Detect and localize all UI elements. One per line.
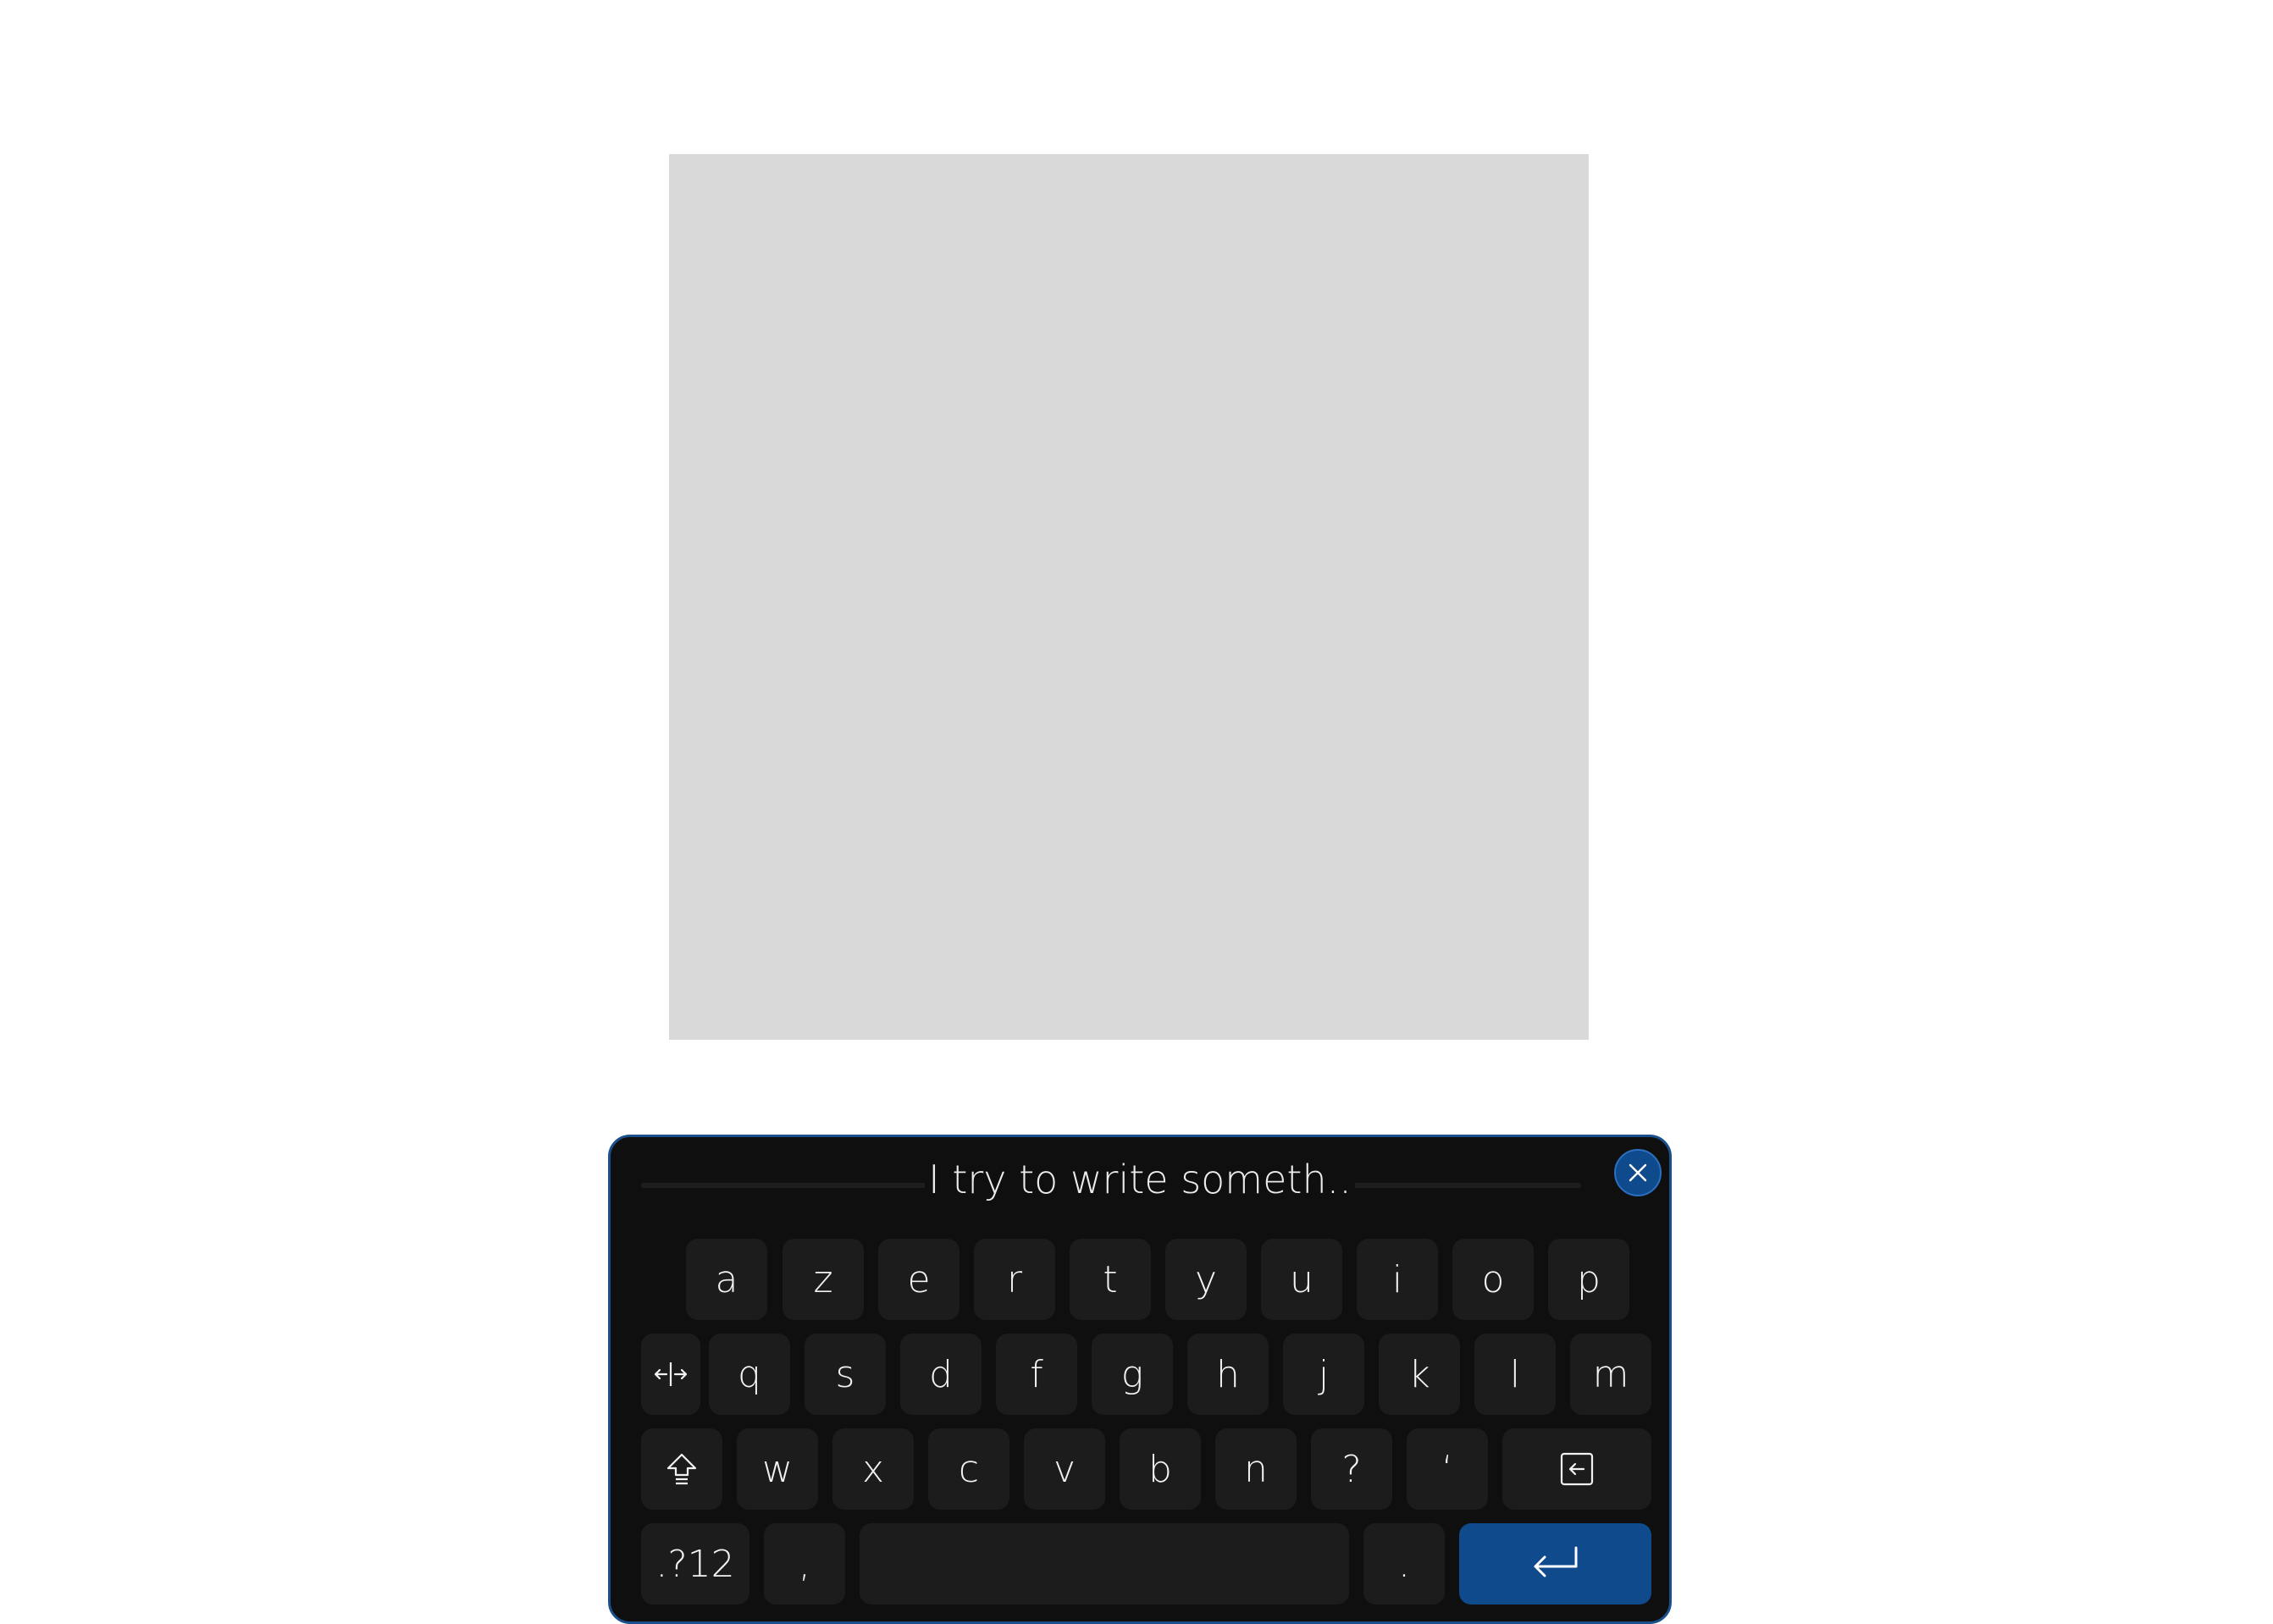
cursor-move-key[interactable] — [641, 1334, 700, 1415]
backspace-key[interactable] — [1502, 1428, 1651, 1510]
key-o[interactable]: o — [1452, 1239, 1534, 1320]
image-placeholder — [669, 154, 1589, 1040]
key-a[interactable]: a — [686, 1239, 767, 1320]
key-x[interactable]: x — [832, 1428, 914, 1510]
key-u[interactable]: u — [1261, 1239, 1342, 1320]
key-b[interactable]: b — [1120, 1428, 1201, 1510]
input-field[interactable]: I try to write someth.. — [611, 1154, 1669, 1205]
key-i[interactable]: i — [1357, 1239, 1438, 1320]
key-e[interactable]: e — [878, 1239, 960, 1320]
key-t[interactable]: t — [1070, 1239, 1151, 1320]
key-comma[interactable]: , — [764, 1523, 845, 1605]
key-m[interactable]: m — [1570, 1334, 1651, 1415]
key-r[interactable]: r — [974, 1239, 1055, 1320]
cursor-move-icon — [654, 1362, 688, 1386]
key-q[interactable]: q — [709, 1334, 790, 1415]
key-l[interactable]: l — [1474, 1334, 1556, 1415]
key-v[interactable]: v — [1024, 1428, 1105, 1510]
key-j[interactable]: j — [1283, 1334, 1364, 1415]
key-d[interactable]: d — [900, 1334, 982, 1415]
virtual-keyboard: I try to write someth.. a z e r t y u i … — [608, 1135, 1672, 1624]
close-icon — [1629, 1163, 1647, 1182]
backspace-icon — [1560, 1452, 1594, 1486]
key-p[interactable]: p — [1548, 1239, 1629, 1320]
close-button[interactable] — [1614, 1149, 1662, 1196]
key-period[interactable]: . — [1363, 1523, 1445, 1605]
key-n[interactable]: n — [1215, 1428, 1297, 1510]
key-f[interactable]: f — [996, 1334, 1077, 1415]
key-h[interactable]: h — [1187, 1334, 1269, 1415]
space-key[interactable] — [860, 1523, 1349, 1605]
shift-key[interactable] — [641, 1428, 722, 1510]
enter-key[interactable] — [1459, 1523, 1651, 1605]
key-g[interactable]: g — [1092, 1334, 1173, 1415]
key-w[interactable]: w — [737, 1428, 818, 1510]
key-apostrophe[interactable]: ‘ — [1407, 1428, 1488, 1510]
key-y[interactable]: y — [1165, 1239, 1247, 1320]
input-text: I try to write someth.. — [925, 1157, 1355, 1202]
enter-icon — [1534, 1546, 1577, 1577]
key-c[interactable]: c — [928, 1428, 1009, 1510]
shift-icon — [666, 1453, 697, 1485]
key-k[interactable]: k — [1379, 1334, 1460, 1415]
symbols-key[interactable]: .?12 — [641, 1523, 749, 1605]
key-s[interactable]: s — [805, 1334, 886, 1415]
key-question[interactable]: ? — [1311, 1428, 1392, 1510]
key-z[interactable]: z — [783, 1239, 864, 1320]
